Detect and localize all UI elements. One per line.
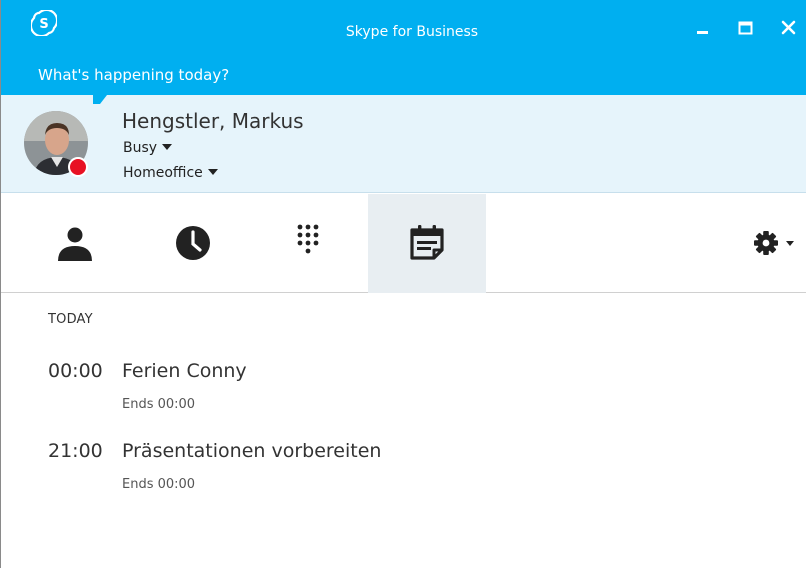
tab-conversations[interactable] [134, 194, 252, 293]
mood-bar: What's happening today? [1, 65, 806, 95]
tab-contacts[interactable] [16, 194, 134, 293]
meeting-title: Präsentationen vorbereiten [122, 440, 382, 462]
title-bar[interactable]: S Skype for Business [1, 0, 806, 65]
presence-indicator [68, 157, 88, 177]
location-label: Homeoffice [123, 165, 203, 181]
chevron-down-icon [207, 169, 218, 175]
profile-area: Hengstler, Markus Busy Homeoffice [1, 95, 806, 193]
settings-menu-button[interactable] [749, 226, 806, 260]
person-icon [58, 227, 92, 261]
meeting-end-time: Ends 00:00 [122, 397, 196, 412]
window-title: Skype for Business [345, 24, 479, 40]
maximize-icon [738, 21, 753, 35]
meeting-end-time: Ends 00:00 [122, 477, 196, 492]
tab-meetings[interactable] [368, 194, 486, 293]
mood-message-input[interactable]: What's happening today? [38, 66, 229, 84]
section-header-today: TODAY [48, 312, 93, 327]
minimize-icon [697, 31, 708, 34]
meeting-item[interactable]: 21:00 Präsentationen vorbereiten Ends 00… [1, 435, 806, 497]
meeting-time: 00:00 [48, 360, 103, 382]
calendar-icon [410, 225, 444, 260]
meeting-item[interactable]: 00:00 Ferien Conny Ends 00:00 [1, 355, 806, 417]
mood-callout-pointer [93, 95, 107, 104]
meeting-time: 21:00 [48, 440, 103, 462]
meeting-title: Ferien Conny [122, 360, 247, 382]
minimize-button[interactable] [689, 16, 715, 40]
dialpad-icon [297, 224, 319, 254]
maximize-button[interactable] [732, 16, 758, 40]
tab-phone[interactable] [251, 194, 369, 293]
user-name: Hengstler, Markus [122, 109, 304, 133]
location-dropdown[interactable]: Homeoffice [123, 165, 218, 181]
close-button[interactable] [775, 16, 801, 40]
close-icon [781, 20, 796, 35]
presence-status-dropdown[interactable]: Busy [123, 140, 173, 156]
chevron-down-icon [162, 144, 173, 150]
clock-icon [176, 226, 210, 260]
skype-window: S Skype for Business What's happening to… [0, 0, 806, 568]
tab-bar [1, 194, 806, 293]
presence-status-label: Busy [123, 140, 158, 156]
gear-icon [754, 231, 794, 255]
